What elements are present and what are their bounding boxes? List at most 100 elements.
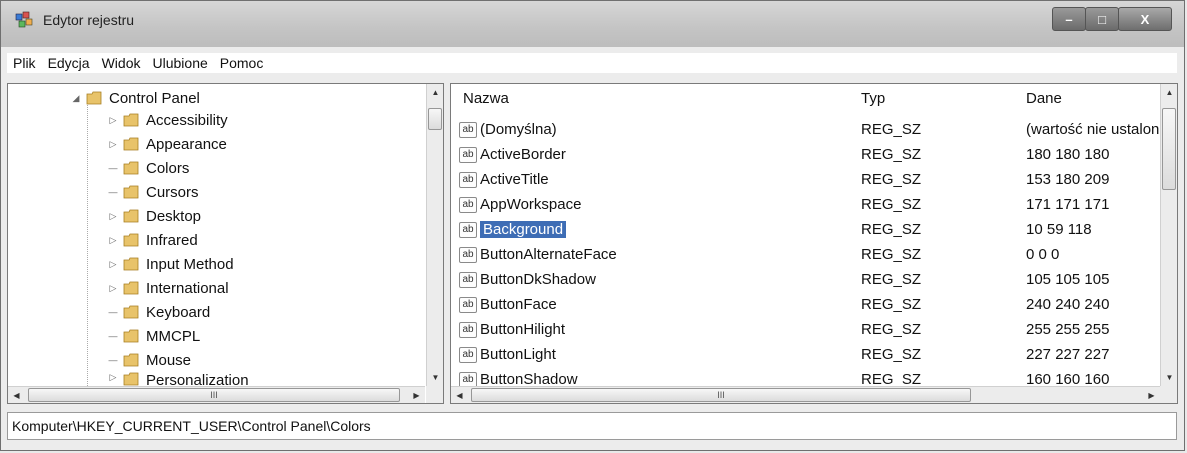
scroll-thumb[interactable] [428, 108, 442, 130]
scroll-down-arrow-icon[interactable]: ▼ [427, 369, 443, 386]
scroll-corner [1160, 386, 1177, 403]
scroll-left-arrow-icon[interactable]: ◀ [451, 387, 468, 403]
column-header-data[interactable]: Dane [1026, 90, 1062, 107]
tree-item-control-panel[interactable]: ◢ Control Panel [70, 86, 200, 110]
table-row[interactable]: ab ButtonFace REG_SZ 240 240 240 [451, 293, 1161, 318]
tree-item-desktop[interactable]: ▷ Desktop [107, 204, 202, 228]
table-row-selected[interactable]: ab Background REG_SZ 10 59 118 [451, 218, 1161, 243]
registry-tree-pane[interactable]: ◢ Control Panel ▷ Accessibility ▷ Appear… [7, 83, 444, 404]
tree-item-keyboard[interactable]: — Keyboard [107, 300, 211, 324]
table-row[interactable]: ab ActiveTitle REG_SZ 153 180 209 [451, 168, 1161, 193]
value-name: ButtonHilight [480, 321, 566, 338]
scroll-up-arrow-icon[interactable]: ▲ [1161, 84, 1177, 101]
registry-values-pane[interactable]: Nazwa Typ Dane ab (Domyślna) REG_SZ (wart… [450, 83, 1178, 404]
tree-item-appearance[interactable]: ▷ Appearance [107, 132, 227, 156]
tree-connector: — [108, 355, 118, 365]
value-name: ActiveTitle [480, 171, 549, 188]
folder-icon [123, 329, 139, 343]
folder-icon [123, 372, 139, 386]
menu-pomoc[interactable]: Pomoc [214, 55, 270, 71]
close-button[interactable]: X [1118, 7, 1172, 31]
tree-item-international[interactable]: ▷ International [107, 276, 229, 300]
expand-icon[interactable]: ▷ [107, 139, 119, 150]
title-bar[interactable]: Edytor rejestru – □ X [1, 1, 1184, 47]
tree-item-label: MMCPL [146, 327, 201, 345]
value-type-cell: REG_SZ [861, 321, 922, 338]
registry-app-icon [15, 11, 33, 29]
table-row[interactable]: ab (Domyślna) REG_SZ (wartość nie ustalon [451, 118, 1161, 143]
menu-plik[interactable]: Plik [7, 55, 42, 71]
menu-ulubione[interactable]: Ulubione [147, 55, 214, 71]
tree-item-mouse[interactable]: — Mouse [107, 348, 192, 372]
scroll-thumb[interactable]: III [471, 388, 971, 402]
scroll-right-arrow-icon[interactable]: ▶ [408, 387, 425, 403]
scroll-thumb[interactable] [1162, 108, 1176, 190]
value-name-cell: ab ButtonDkShadow [459, 271, 596, 288]
maximize-button[interactable]: □ [1085, 7, 1119, 31]
string-value-icon: ab [459, 196, 477, 213]
tree-item-colors[interactable]: — Colors [107, 156, 190, 180]
table-row[interactable]: ab ButtonLight REG_SZ 227 227 227 [451, 343, 1161, 368]
tree-item-accessibility[interactable]: ▷ Accessibility [107, 108, 228, 132]
close-icon: X [1140, 11, 1150, 27]
tree-vertical-scrollbar[interactable]: ▲ ▼ [426, 84, 443, 386]
value-type-cell: REG_SZ [861, 196, 922, 213]
tree-connector: — [108, 163, 118, 173]
minimize-icon: – [1065, 11, 1073, 27]
status-bar: Komputer\HKEY_CURRENT_USER\Control Panel… [7, 412, 1177, 440]
scroll-corner [426, 386, 443, 403]
value-data-cell: 227 227 227 [1026, 346, 1110, 363]
tree-item-cursors[interactable]: — Cursors [107, 180, 199, 204]
tree-horizontal-scrollbar[interactable]: ◀ III ▶ [8, 386, 425, 403]
column-header-name[interactable]: Nazwa [463, 90, 509, 107]
scroll-down-arrow-icon[interactable]: ▼ [1161, 369, 1177, 386]
value-name-cell: ab ButtonAlternateFace [459, 246, 617, 263]
folder-icon [123, 209, 139, 223]
string-value-icon: ab [459, 321, 477, 338]
tree-item-label: Accessibility [146, 111, 228, 129]
value-name-cell: ab (Domyślna) [459, 121, 557, 138]
value-name: ButtonLight [480, 346, 556, 363]
folder-icon [123, 185, 139, 199]
string-value-icon: ab [459, 371, 477, 386]
folder-icon [123, 257, 139, 271]
table-row[interactable]: ab ButtonDkShadow REG_SZ 105 105 105 [451, 268, 1161, 293]
tree-item-personalization[interactable]: ▷ Personalization [107, 372, 249, 386]
string-value-icon: ab [459, 296, 477, 313]
scroll-up-arrow-icon[interactable]: ▲ [427, 84, 443, 101]
value-type-cell: REG_SZ [861, 371, 922, 386]
menu-bar: Plik Edycja Widok Ulubione Pomoc [7, 53, 1177, 73]
table-row[interactable]: ab ActiveBorder REG_SZ 180 180 180 [451, 143, 1161, 168]
expand-icon[interactable]: ▷ [107, 115, 119, 126]
expand-icon[interactable]: ▷ [107, 235, 119, 246]
tree-item-label: Cursors [146, 183, 199, 201]
column-header-type[interactable]: Typ [861, 90, 885, 107]
value-name: ButtonFace [480, 296, 557, 313]
value-data-cell: 153 180 209 [1026, 171, 1110, 188]
string-value-icon: ab [459, 346, 477, 363]
table-row[interactable]: ab ButtonShadow REG_SZ 160 160 160 [451, 368, 1161, 386]
tree-item-infrared[interactable]: ▷ Infrared [107, 228, 198, 252]
values-vertical-scrollbar[interactable]: ▲ ▼ [1160, 84, 1177, 386]
value-type-cell: REG_SZ [861, 171, 922, 188]
scroll-left-arrow-icon[interactable]: ◀ [8, 387, 25, 403]
expand-icon[interactable]: ▷ [107, 372, 119, 383]
string-value-icon: ab [459, 246, 477, 263]
values-horizontal-scrollbar[interactable]: ◀ III ▶ [451, 386, 1160, 403]
tree-item-label: Input Method [146, 255, 234, 273]
table-row[interactable]: ab ButtonAlternateFace REG_SZ 0 0 0 [451, 243, 1161, 268]
menu-widok[interactable]: Widok [96, 55, 147, 71]
expand-icon[interactable]: ▷ [107, 259, 119, 270]
scroll-thumb[interactable]: III [28, 388, 400, 402]
scroll-right-arrow-icon[interactable]: ▶ [1143, 387, 1160, 403]
menu-edycja[interactable]: Edycja [42, 55, 96, 71]
tree-item-label: International [146, 279, 229, 297]
tree-item-input-method[interactable]: ▷ Input Method [107, 252, 234, 276]
tree-item-mmcpl[interactable]: — MMCPL [107, 324, 201, 348]
expand-icon[interactable]: ▷ [107, 283, 119, 294]
minimize-button[interactable]: – [1052, 7, 1086, 31]
table-row[interactable]: ab AppWorkspace REG_SZ 171 171 171 [451, 193, 1161, 218]
collapse-icon[interactable]: ◢ [70, 93, 82, 104]
expand-icon[interactable]: ▷ [107, 211, 119, 222]
table-row[interactable]: ab ButtonHilight REG_SZ 255 255 255 [451, 318, 1161, 343]
